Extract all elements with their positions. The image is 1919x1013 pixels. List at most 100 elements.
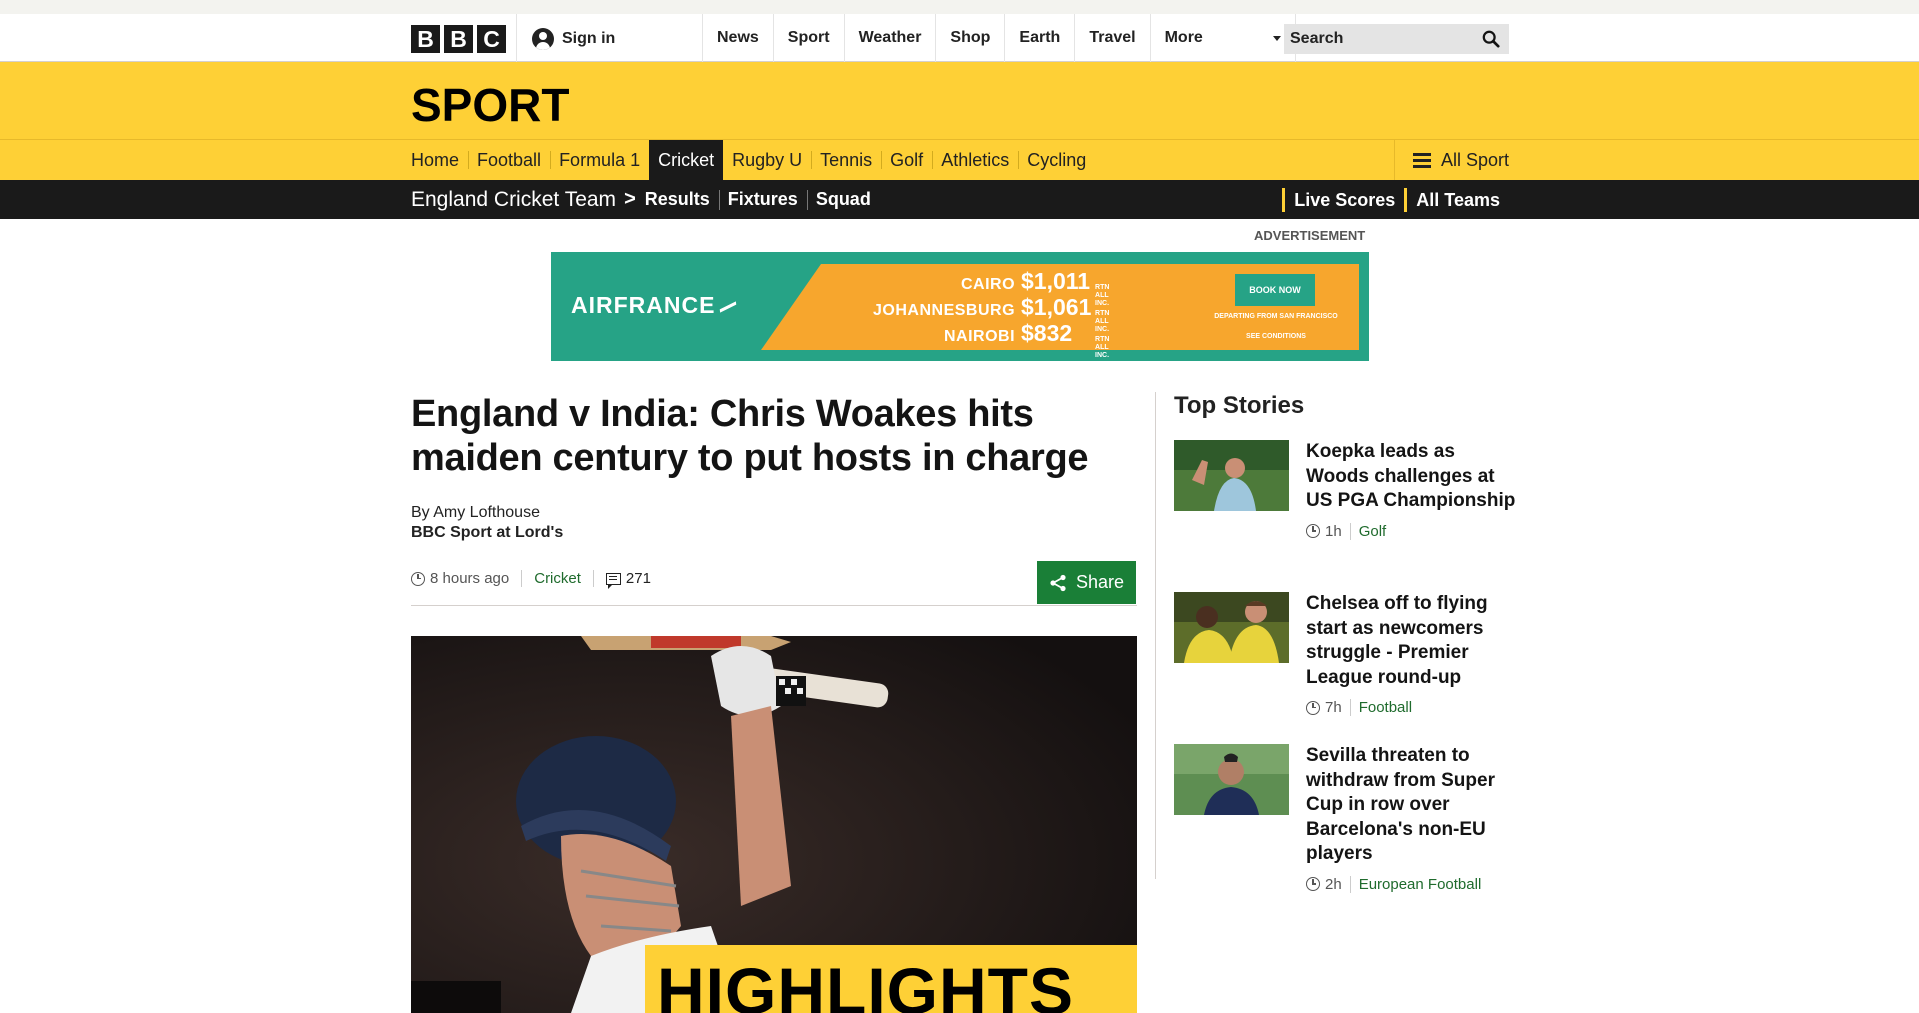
subnav-live-scores[interactable]: Live Scores (1282, 187, 1395, 212)
subnav-fixtures[interactable]: Fixtures (718, 189, 807, 210)
article-author-role: BBC Sport at Lord's (411, 524, 564, 541)
sport-nav-rugby-union[interactable]: Rugby U (723, 140, 811, 180)
meta-divider (592, 570, 594, 587)
ad-book-now-button[interactable]: BOOK NOW (1235, 274, 1315, 306)
team-subnav-left: England Cricket Team > Results Fixtures … (411, 180, 880, 219)
highlights-text: HIGHLIGHTS (657, 954, 1074, 1013)
global-nav-more[interactable]: More (1149, 14, 1296, 62)
ad-fare-city: JOHANNESBURG (873, 302, 1016, 319)
search-icon[interactable] (1482, 30, 1500, 48)
story-body: Koepka leads as Woods challenges at US P… (1306, 440, 1516, 540)
global-nav-travel[interactable]: Travel (1074, 14, 1149, 62)
ad-brand-logo: AIRFRANCE (571, 292, 737, 319)
article-timestamp: 8 hours ago (430, 570, 510, 587)
article-author: By Amy Lofthouse (411, 504, 540, 521)
article-headline: England v India: Chris Woakes hits maide… (411, 393, 1089, 479)
story-meta: 1h Golf (1306, 522, 1516, 540)
all-sport-label: All Sport (1440, 149, 1509, 170)
search-input[interactable] (1284, 24, 1474, 54)
chevron-right-icon: > (624, 188, 636, 210)
clock-icon (411, 571, 425, 586)
global-nav: News Sport Weather Shop Earth Travel Mor… (702, 14, 1296, 62)
story-thumbnail[interactable] (1174, 440, 1289, 511)
share-icon (1050, 574, 1066, 591)
ad-fare-row: NAIROBI $832 RTN ALL INC. (873, 320, 1119, 359)
subnav-all-teams[interactable]: All Teams (1404, 187, 1500, 212)
meta-divider (1349, 522, 1351, 540)
story-headline[interactable]: Sevilla threaten to withdraw from Super … (1306, 744, 1516, 867)
ad-fare-city: CAIRO (960, 276, 1016, 293)
global-nav-shop[interactable]: Shop (935, 14, 1004, 62)
meta-divider (1349, 875, 1351, 893)
masthead-divider (516, 14, 517, 62)
subnav-squad[interactable]: Squad (806, 189, 880, 210)
advertisement-banner[interactable]: AIRFRANCE CAIRO $1,011 RTN ALL INC. JOHA… (551, 252, 1369, 361)
clock-icon (1306, 524, 1320, 538)
caret-down-icon (1272, 35, 1281, 41)
ad-conditions-link[interactable]: SEE CONDITIONS (1203, 333, 1349, 340)
sport-nav-cricket[interactable]: Cricket (649, 140, 724, 180)
global-nav-earth[interactable]: Earth (1004, 14, 1074, 62)
ad-fare-row: CAIRO $1,011 RTN ALL INC. (873, 268, 1119, 307)
top-story-item[interactable]: Sevilla threaten to withdraw from Super … (1174, 744, 1514, 896)
bbc-logo-letter: B (444, 25, 473, 53)
meta-divider (1349, 699, 1351, 716)
story-thumbnail[interactable] (1174, 744, 1289, 815)
sport-nav-football[interactable]: Football (468, 140, 550, 180)
share-label: Share (1075, 572, 1125, 592)
story-headline[interactable]: Chelsea off to flying start as newcomers… (1306, 592, 1516, 690)
story-time: 2h (1325, 875, 1342, 893)
meta-divider (521, 570, 523, 587)
ad-logo-stripe (720, 301, 737, 313)
sport-nav-cycling[interactable]: Cycling (1018, 140, 1095, 180)
comment-count[interactable]: 271 (626, 570, 651, 587)
story-body: Chelsea off to flying start as newcomers… (1306, 592, 1516, 716)
article: England v India: Chris Woakes hits maide… (411, 392, 1137, 606)
more-label: More (1164, 29, 1203, 46)
top-story-item[interactable]: Chelsea off to flying start as newcomers… (1174, 592, 1514, 744)
article-meta-row: 8 hours ago Cricket 271 Share (411, 561, 1137, 606)
ad-fares: CAIRO $1,011 RTN ALL INC. JOHANNESBURG $… (873, 268, 1119, 359)
global-nav-sport[interactable]: Sport (772, 14, 844, 62)
story-category-link[interactable]: Golf (1359, 523, 1387, 540)
story-meta: 7h Football (1306, 699, 1516, 716)
bbc-masthead: B B C Sign in News Sport Weather Shop Ea… (0, 14, 1919, 62)
clock-icon (1306, 700, 1320, 715)
team-link[interactable]: England Cricket Team (411, 188, 616, 212)
ad-fare-price: $1,061 (1021, 294, 1092, 320)
sport-nav-golf[interactable]: Golf (881, 140, 932, 180)
sport-nav-formula1[interactable]: Formula 1 (550, 140, 649, 180)
subnav-results[interactable]: Results (645, 189, 719, 210)
story-thumbnail[interactable] (1174, 592, 1289, 663)
ad-departing-text: DEPARTING FROM SAN FRANCISCO (1214, 313, 1338, 320)
bbc-logo[interactable]: B B C (411, 25, 506, 53)
sport-nav-home[interactable]: Home (411, 140, 468, 180)
story-time: 7h (1325, 699, 1342, 716)
story-body: Sevilla threaten to withdraw from Super … (1306, 744, 1516, 893)
sport-title[interactable]: SPORT (411, 78, 569, 132)
share-button[interactable]: Share (1037, 561, 1136, 604)
sign-in-link[interactable]: Sign in (532, 28, 615, 50)
global-nav-news[interactable]: News (702, 14, 773, 62)
story-time: 1h (1325, 522, 1342, 540)
search-box (1284, 24, 1509, 54)
top-story-item[interactable]: Koepka leads as Woods challenges at US P… (1174, 440, 1516, 592)
play-button-area[interactable] (411, 981, 501, 1013)
ad-brand-name: AIRFRANCE (571, 292, 716, 318)
comments-icon[interactable] (605, 572, 621, 589)
user-avatar-icon (532, 28, 554, 50)
story-category-link[interactable]: Football (1359, 699, 1412, 716)
global-nav-weather[interactable]: Weather (843, 14, 936, 62)
ad-fare-note: RTN ALL INC. (1095, 336, 1110, 359)
top-stories-sidebar: Top Stories Koepka leads as Woods challe… (1174, 392, 1516, 896)
story-headline[interactable]: Koepka leads as Woods challenges at US P… (1306, 440, 1516, 514)
sport-nav-tennis[interactable]: Tennis (811, 140, 881, 180)
hero-video-thumbnail[interactable]: HIGHLIGHTS (411, 636, 1137, 1013)
article-category-link[interactable]: Cricket (534, 570, 581, 587)
story-category-link[interactable]: European Football (1359, 876, 1482, 893)
ad-fare-price: $832 (1021, 320, 1073, 346)
sport-nav-athletics[interactable]: Athletics (932, 140, 1018, 180)
story-meta: 2h European Football (1306, 875, 1516, 893)
sport-header: SPORT Home Football Formula 1 Cricket Ru… (0, 62, 1919, 180)
all-sport-button[interactable]: All Sport (1394, 140, 1509, 180)
